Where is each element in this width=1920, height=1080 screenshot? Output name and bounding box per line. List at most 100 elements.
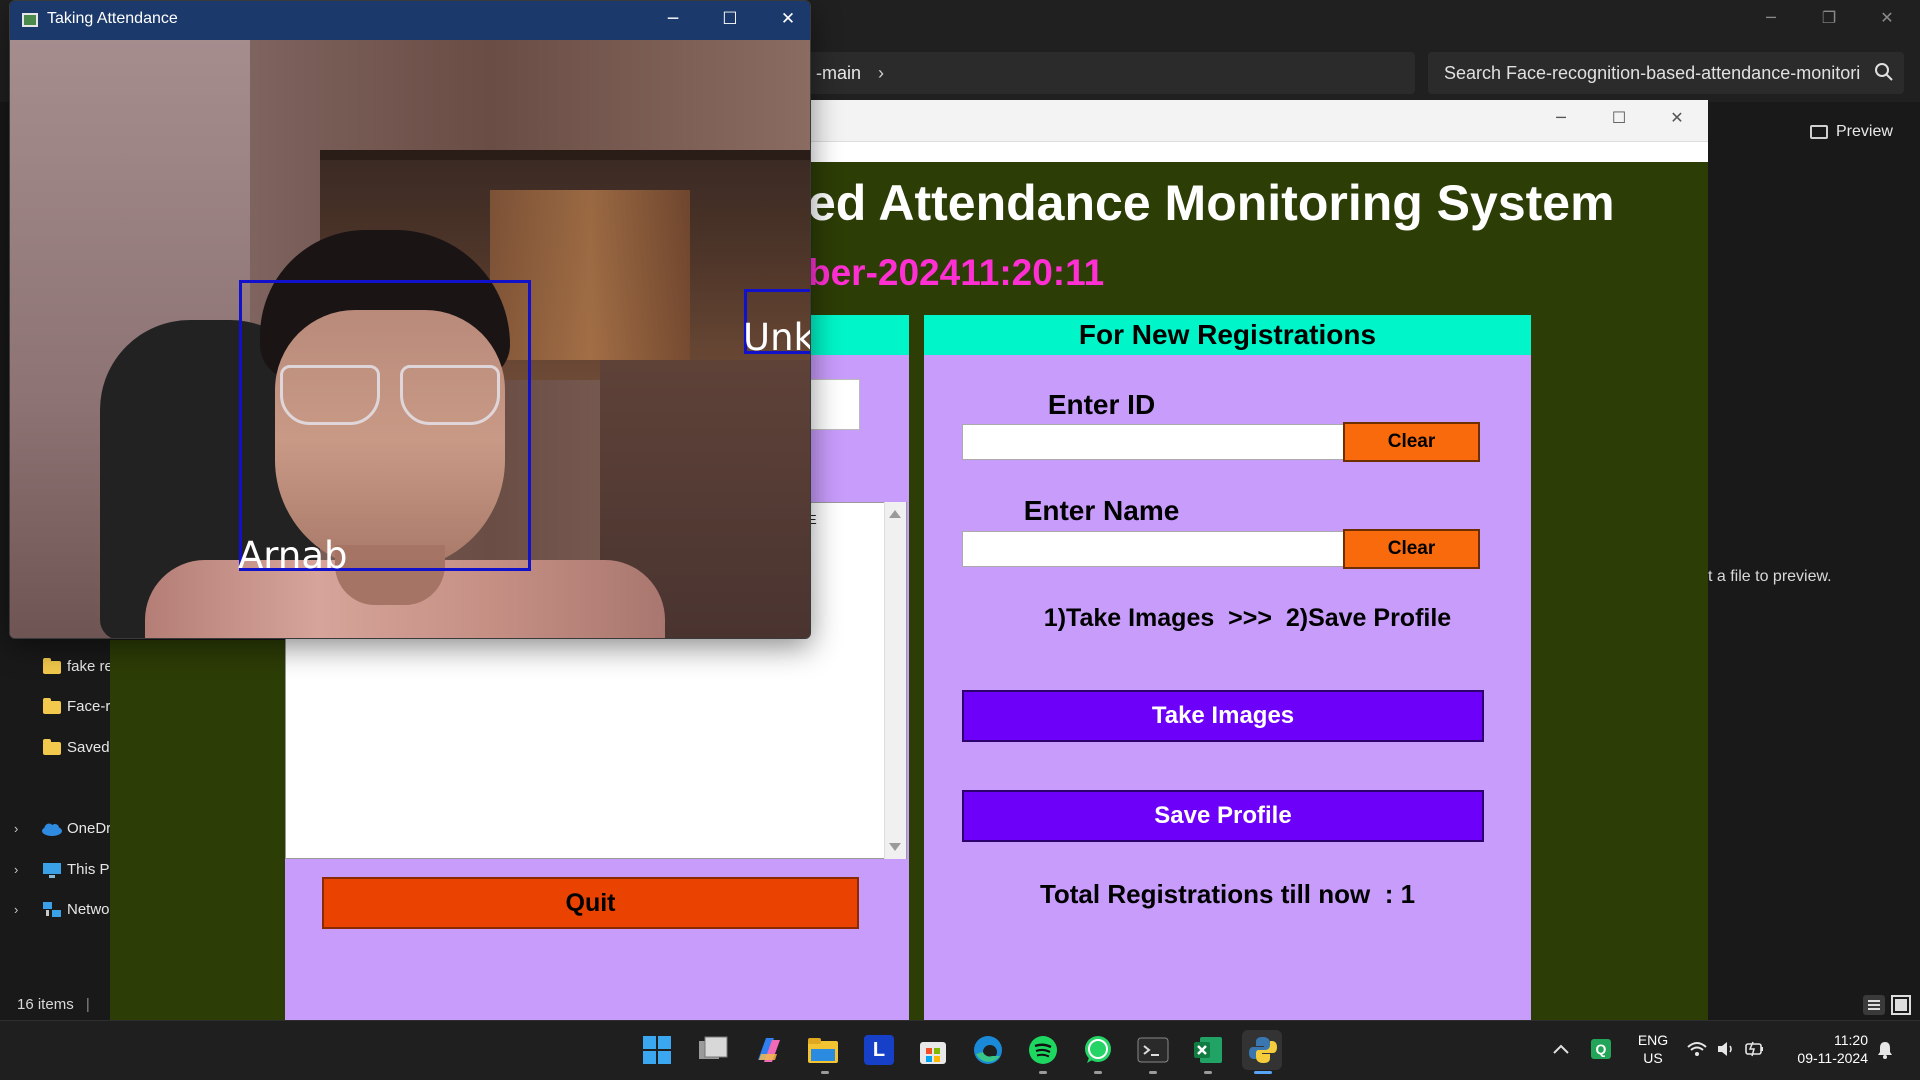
tray-q-app-icon[interactable]: Q: [1591, 1039, 1611, 1059]
enter-name-input[interactable]: [962, 531, 1344, 567]
preview-hint-text: t a file to preview.: [1708, 568, 1832, 585]
camera-window-icon: [22, 13, 38, 27]
folder-icon: [43, 739, 61, 755]
app-maximize-button[interactable]: ☐: [1596, 108, 1642, 127]
system-clock[interactable]: 11:20 09-11-2024: [1778, 1031, 1868, 1067]
running-indicator: [1149, 1071, 1157, 1074]
region-code: US: [1643, 1050, 1663, 1066]
explorer-navigation-pane: fake re Face-r Saved › OneDr › This P › …: [0, 640, 110, 980]
taskbar: [0, 1020, 1920, 1080]
camera-close-button[interactable]: ✕: [765, 9, 810, 29]
start-icon[interactable]: [642, 1035, 672, 1065]
clear-name-button[interactable]: Clear: [1343, 529, 1480, 569]
folder-icon: [43, 698, 61, 714]
nav-item-network[interactable]: › Netwo: [0, 895, 110, 925]
spotify-icon[interactable]: [1027, 1034, 1059, 1066]
input-language[interactable]: ENG US: [1636, 1031, 1670, 1067]
breadcrumb-folder[interactable]: -main: [816, 63, 861, 83]
file-explorer-icon[interactable]: [807, 1036, 839, 1064]
chevron-up-icon[interactable]: [1552, 1042, 1570, 1056]
app-heading: ed Attendance Monitoring System: [808, 175, 1615, 231]
running-indicator: [1094, 1071, 1102, 1074]
folder-icon: [43, 658, 61, 674]
app-background: [110, 640, 285, 1020]
camera-feed: Arnab Unk: [10, 40, 811, 638]
chevron-right-icon[interactable]: ›: [14, 855, 18, 885]
battery-icon[interactable]: [1744, 1039, 1766, 1059]
save-profile-button[interactable]: Save Profile: [962, 790, 1484, 842]
large-icons-view-icon[interactable]: [1891, 995, 1911, 1015]
nav-item-folder[interactable]: fake re: [0, 652, 110, 682]
nav-item-label: fake re: [67, 658, 110, 675]
clock-time: 11:20: [1834, 1032, 1868, 1048]
python-icon[interactable]: [1247, 1034, 1279, 1066]
app-minimize-button[interactable]: ─: [1538, 108, 1584, 127]
language-code: ENG: [1637, 1032, 1669, 1048]
item-count: 16 items: [17, 996, 74, 1013]
notification-bell-icon[interactable]: [1876, 1040, 1894, 1060]
edge-icon[interactable]: [972, 1034, 1004, 1066]
explorer-restore-button[interactable]: ❐: [1806, 8, 1852, 27]
details-view-icon[interactable]: [1863, 995, 1885, 1015]
microsoft-store-icon[interactable]: [917, 1034, 949, 1066]
nav-item-folder[interactable]: Saved: [0, 733, 110, 763]
nav-item-label: OneDr: [67, 820, 110, 837]
explorer-search-input[interactable]: Search Face-recognition-based-attendance…: [1428, 52, 1904, 94]
nav-item-onedrive[interactable]: › OneDr: [0, 814, 110, 844]
enter-name-label: Enter Name: [1023, 495, 1180, 526]
l-app-icon[interactable]: L: [864, 1035, 894, 1065]
attendance-panel-header: [808, 315, 909, 355]
clear-id-button[interactable]: Clear: [1343, 422, 1480, 462]
running-indicator: [821, 1071, 829, 1074]
active-indicator: [1254, 1071, 1272, 1074]
clock-date: 09-11-2024: [1797, 1050, 1868, 1066]
enter-id-label: Enter ID: [1047, 389, 1156, 420]
take-images-button[interactable]: Take Images: [962, 690, 1484, 742]
chevron-right-icon[interactable]: ›: [14, 814, 18, 844]
nav-item-folder[interactable]: Face-r: [0, 692, 110, 722]
network-icon: [43, 902, 61, 917]
explorer-close-button[interactable]: ✕: [1864, 8, 1910, 27]
face-name-label: Arnab: [238, 534, 348, 577]
preview-button[interactable]: Preview: [1836, 123, 1893, 141]
whatsapp-icon[interactable]: [1082, 1034, 1114, 1066]
view-toggle: [1863, 995, 1911, 1015]
nav-item-label: Netwo: [67, 901, 110, 918]
nav-item-label: Saved: [67, 739, 110, 756]
scroll-down-arrow-icon[interactable]: [889, 843, 901, 851]
enter-id-input[interactable]: [962, 424, 1344, 460]
task-view-icon[interactable]: [697, 1035, 729, 1065]
wifi-icon[interactable]: [1686, 1040, 1708, 1058]
status-divider: |: [85, 996, 90, 1013]
terminal-icon[interactable]: [1137, 1035, 1169, 1065]
app-menu-strip: [808, 142, 1708, 162]
monitor-icon: [43, 863, 61, 878]
registration-steps-text: 1)Take Images >>> 2)Save Profile: [1043, 604, 1452, 632]
search-icon[interactable]: [1872, 60, 1896, 84]
listbox-scrollbar[interactable]: [884, 502, 906, 859]
quit-button[interactable]: Quit: [322, 877, 859, 929]
excel-icon[interactable]: [1192, 1034, 1224, 1066]
chevron-right-icon[interactable]: ›: [14, 895, 18, 925]
registration-panel-header: For New Registrations: [924, 315, 1531, 355]
address-breadcrumb[interactable]: -main: [800, 52, 1415, 94]
date-time-clock: ber-202411:20:11: [808, 252, 1105, 293]
breadcrumb-chevron-icon[interactable]: ›: [878, 52, 884, 94]
camera-maximize-button[interactable]: ☐: [707, 9, 753, 29]
total-registrations-text: Total Registrations till now : 1: [1039, 879, 1416, 909]
attendance-input-field[interactable]: [808, 379, 860, 430]
nav-item-this-pc[interactable]: › This P: [0, 855, 110, 885]
scroll-up-arrow-icon[interactable]: [889, 510, 901, 518]
face-name-label: Unk: [743, 316, 811, 359]
running-indicator: [1204, 1071, 1212, 1074]
camera-minimize-button[interactable]: ─: [650, 9, 696, 29]
preview-pane-icon: [1810, 125, 1828, 139]
nav-item-label: Face-r: [67, 698, 110, 715]
running-indicator: [1039, 1071, 1047, 1074]
copilot-icon[interactable]: [752, 1034, 784, 1066]
explorer-minimize-button[interactable]: ─: [1748, 8, 1794, 27]
camera-window: Taking Attendance ─ ☐ ✕ Arnab Unk: [9, 0, 811, 639]
app-close-button[interactable]: ✕: [1654, 108, 1700, 127]
volume-icon[interactable]: [1716, 1040, 1736, 1058]
camera-window-title: Taking Attendance: [47, 10, 178, 27]
